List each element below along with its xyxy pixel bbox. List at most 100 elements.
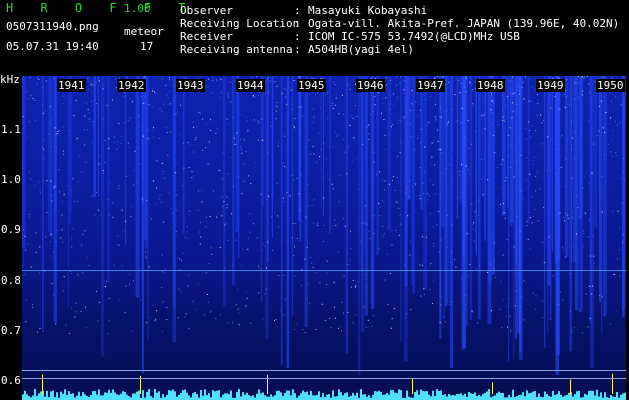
noise-speck	[94, 214, 96, 216]
noise-speck	[367, 139, 369, 140]
noise-speck	[406, 188, 408, 190]
noise-speck	[228, 123, 230, 125]
signal-trace	[38, 393, 40, 400]
noise-speck	[389, 94, 391, 96]
noise-speck	[534, 208, 536, 210]
noise-speck	[587, 326, 589, 328]
noise-speck	[557, 204, 559, 206]
noise-speck	[37, 331, 39, 333]
signal-trace	[246, 392, 248, 400]
noise-speck	[569, 310, 571, 312]
noise-speck	[344, 225, 346, 227]
noise-speck	[406, 111, 408, 113]
noise-speck	[466, 233, 468, 235]
noise-speck	[73, 115, 75, 116]
noise-speck	[604, 315, 605, 316]
noise-speck	[527, 239, 529, 241]
noise-speck	[161, 111, 163, 112]
noise-speck	[319, 282, 321, 284]
noise-speck	[437, 141, 439, 142]
noise-speck	[84, 115, 86, 117]
noise-speck	[327, 271, 329, 273]
noise-speck	[435, 193, 437, 195]
noise-speck	[117, 244, 119, 246]
noise-speck	[124, 312, 126, 314]
signal-trace	[52, 390, 54, 400]
info-row-observer: Observer: Masayuki Kobayashi	[180, 4, 619, 17]
noise-speck	[208, 86, 210, 87]
noise-speck	[490, 264, 492, 266]
noise-speck	[560, 166, 562, 168]
noise-speck	[620, 178, 622, 180]
noise-speck	[579, 216, 581, 218]
noise-speck	[294, 246, 295, 248]
signal-trace	[68, 391, 70, 400]
noise-speck	[562, 246, 564, 248]
noise-speck	[555, 273, 556, 275]
noise-speck	[194, 139, 196, 141]
signal-trace	[318, 391, 320, 400]
signal-trace	[70, 394, 72, 400]
noise-speck	[376, 174, 377, 176]
noise-speck	[472, 89, 474, 91]
signal-trace	[556, 394, 558, 400]
noise-speck	[543, 262, 545, 264]
noise-speck	[169, 79, 171, 81]
noise-speck	[399, 83, 401, 84]
noise-speck	[108, 138, 110, 140]
noise-speck	[410, 135, 412, 137]
noise-speck	[227, 239, 229, 241]
signal-trace	[588, 390, 590, 400]
noise-speck	[373, 232, 375, 234]
noise-speck	[389, 109, 391, 111]
signal-trace	[596, 389, 598, 400]
signal-trace	[492, 396, 494, 400]
signal-trace	[316, 394, 318, 400]
info-value: Ogata-vill. Akita-Pref. JAPAN (139.96E, …	[308, 17, 620, 30]
noise-speck	[306, 247, 308, 249]
signal-trace	[350, 395, 352, 400]
noise-speck	[178, 258, 180, 260]
signal-trace	[172, 389, 174, 400]
noise-speck	[493, 242, 495, 244]
noise-speck	[468, 121, 470, 123]
noise-speck	[56, 133, 58, 134]
noise-speck	[61, 214, 63, 216]
noise-speck	[62, 150, 64, 152]
noise-speck	[437, 129, 438, 131]
noise-speck	[424, 99, 426, 101]
noise-speck	[114, 142, 116, 144]
noise-speck	[100, 214, 102, 216]
signal-trace	[36, 395, 38, 400]
noise-speck	[50, 180, 52, 182]
signal-trace	[414, 392, 416, 400]
signal-trace	[598, 396, 600, 400]
signal-trace	[452, 395, 454, 400]
noise-speck	[383, 201, 385, 203]
noise-speck	[440, 239, 442, 241]
noise-speck	[610, 151, 611, 153]
noise-speck	[99, 80, 100, 82]
signal-trace	[82, 392, 84, 400]
noise-speck	[360, 241, 362, 242]
noise-speck	[620, 122, 621, 124]
signal-trace	[518, 395, 520, 400]
noise-speck	[473, 222, 475, 224]
noise-speck	[165, 127, 167, 129]
noise-speck	[57, 131, 59, 132]
noise-speck	[577, 207, 579, 209]
noise-speck	[596, 135, 598, 137]
noise-speck	[451, 261, 453, 263]
noise-speck	[506, 96, 508, 98]
noise-speck	[166, 94, 168, 96]
signal-trace	[158, 391, 160, 400]
noise-speck	[161, 254, 163, 256]
signal-trace	[306, 391, 308, 400]
noise-speck	[156, 187, 158, 189]
noise-speck	[88, 81, 90, 82]
noise-speck	[605, 131, 607, 133]
noise-speck	[618, 249, 620, 251]
noise-speck	[53, 185, 55, 186]
noise-speck	[497, 124, 499, 126]
noise-speck	[22, 116, 24, 118]
